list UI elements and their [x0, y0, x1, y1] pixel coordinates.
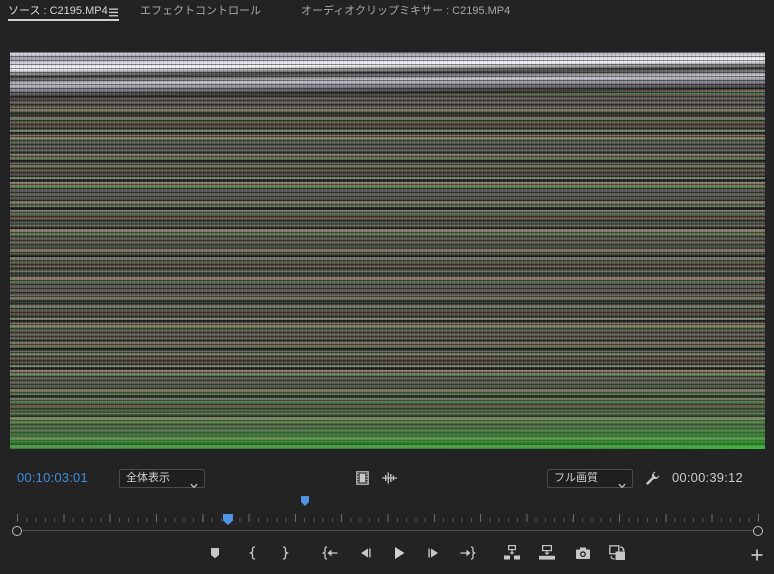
source-video-preview[interactable]	[10, 52, 765, 449]
panel-tab-bar: ソース : C2195.MP4 エフェクトコントロール オーディオクリップミキサ…	[0, 0, 774, 24]
zoom-level-select[interactable]: 全体表示	[119, 469, 205, 489]
play-icon	[392, 546, 406, 565]
zoom-scroll-handle-left[interactable]	[12, 526, 22, 536]
zoom-scroll-handle-right[interactable]	[753, 526, 763, 536]
clip-duration-timecode: 00:00:39:12	[672, 470, 743, 485]
export-frame-button[interactable]	[571, 544, 595, 566]
step-back-icon	[358, 546, 372, 565]
overwrite-icon	[539, 545, 555, 565]
plus-icon	[751, 548, 763, 566]
add-marker-button[interactable]	[203, 544, 227, 566]
playhead[interactable]	[223, 512, 234, 525]
mark-in-button[interactable]	[241, 544, 265, 566]
go-to-in-icon	[322, 545, 338, 565]
step-forward-button[interactable]	[422, 544, 446, 566]
insert-button[interactable]	[500, 544, 524, 566]
wrench-icon[interactable]	[644, 470, 661, 486]
marker-icon	[210, 546, 220, 564]
tab-effect-controls[interactable]: エフェクトコントロール	[140, 3, 261, 19]
mark-out-button[interactable]	[273, 544, 297, 566]
navigator-marker[interactable]	[301, 493, 310, 506]
active-tab-indicator	[8, 19, 119, 21]
playback-resolution-value: フル画質	[554, 472, 598, 484]
mark-out-icon	[280, 545, 290, 565]
audio-waveform-icon[interactable]	[381, 471, 397, 485]
tab-source[interactable]: ソース : C2195.MP4	[8, 3, 108, 19]
step-forward-icon	[427, 546, 441, 565]
time-ruler[interactable]	[17, 510, 759, 522]
hamburger-menu-icon[interactable]	[108, 5, 119, 17]
zoom-scroll-bar[interactable]	[17, 530, 758, 531]
film-strip-icon[interactable]	[355, 470, 370, 485]
button-editor-button[interactable]	[745, 546, 769, 568]
go-to-out-icon	[460, 545, 476, 565]
go-to-out-button[interactable]	[456, 544, 480, 566]
overwrite-button[interactable]	[535, 544, 559, 566]
playback-resolution-select[interactable]: フル画質	[547, 469, 633, 489]
toggle-proxies-button[interactable]	[605, 544, 629, 566]
insert-icon	[504, 545, 520, 565]
current-timecode[interactable]: 00:10:03:01	[17, 470, 88, 486]
play-stop-button[interactable]	[387, 544, 411, 566]
step-back-button[interactable]	[353, 544, 377, 566]
go-to-in-button[interactable]	[318, 544, 342, 566]
chevron-down-icon	[618, 476, 626, 489]
tab-audio-clip-mixer[interactable]: オーディオクリップミキサー : C2195.MP4	[301, 3, 510, 19]
camera-icon	[575, 546, 591, 565]
toggle-proxies-icon	[608, 544, 626, 566]
chevron-down-icon	[190, 476, 198, 489]
mark-in-icon	[248, 545, 258, 565]
zoom-level-value: 全体表示	[126, 472, 170, 484]
